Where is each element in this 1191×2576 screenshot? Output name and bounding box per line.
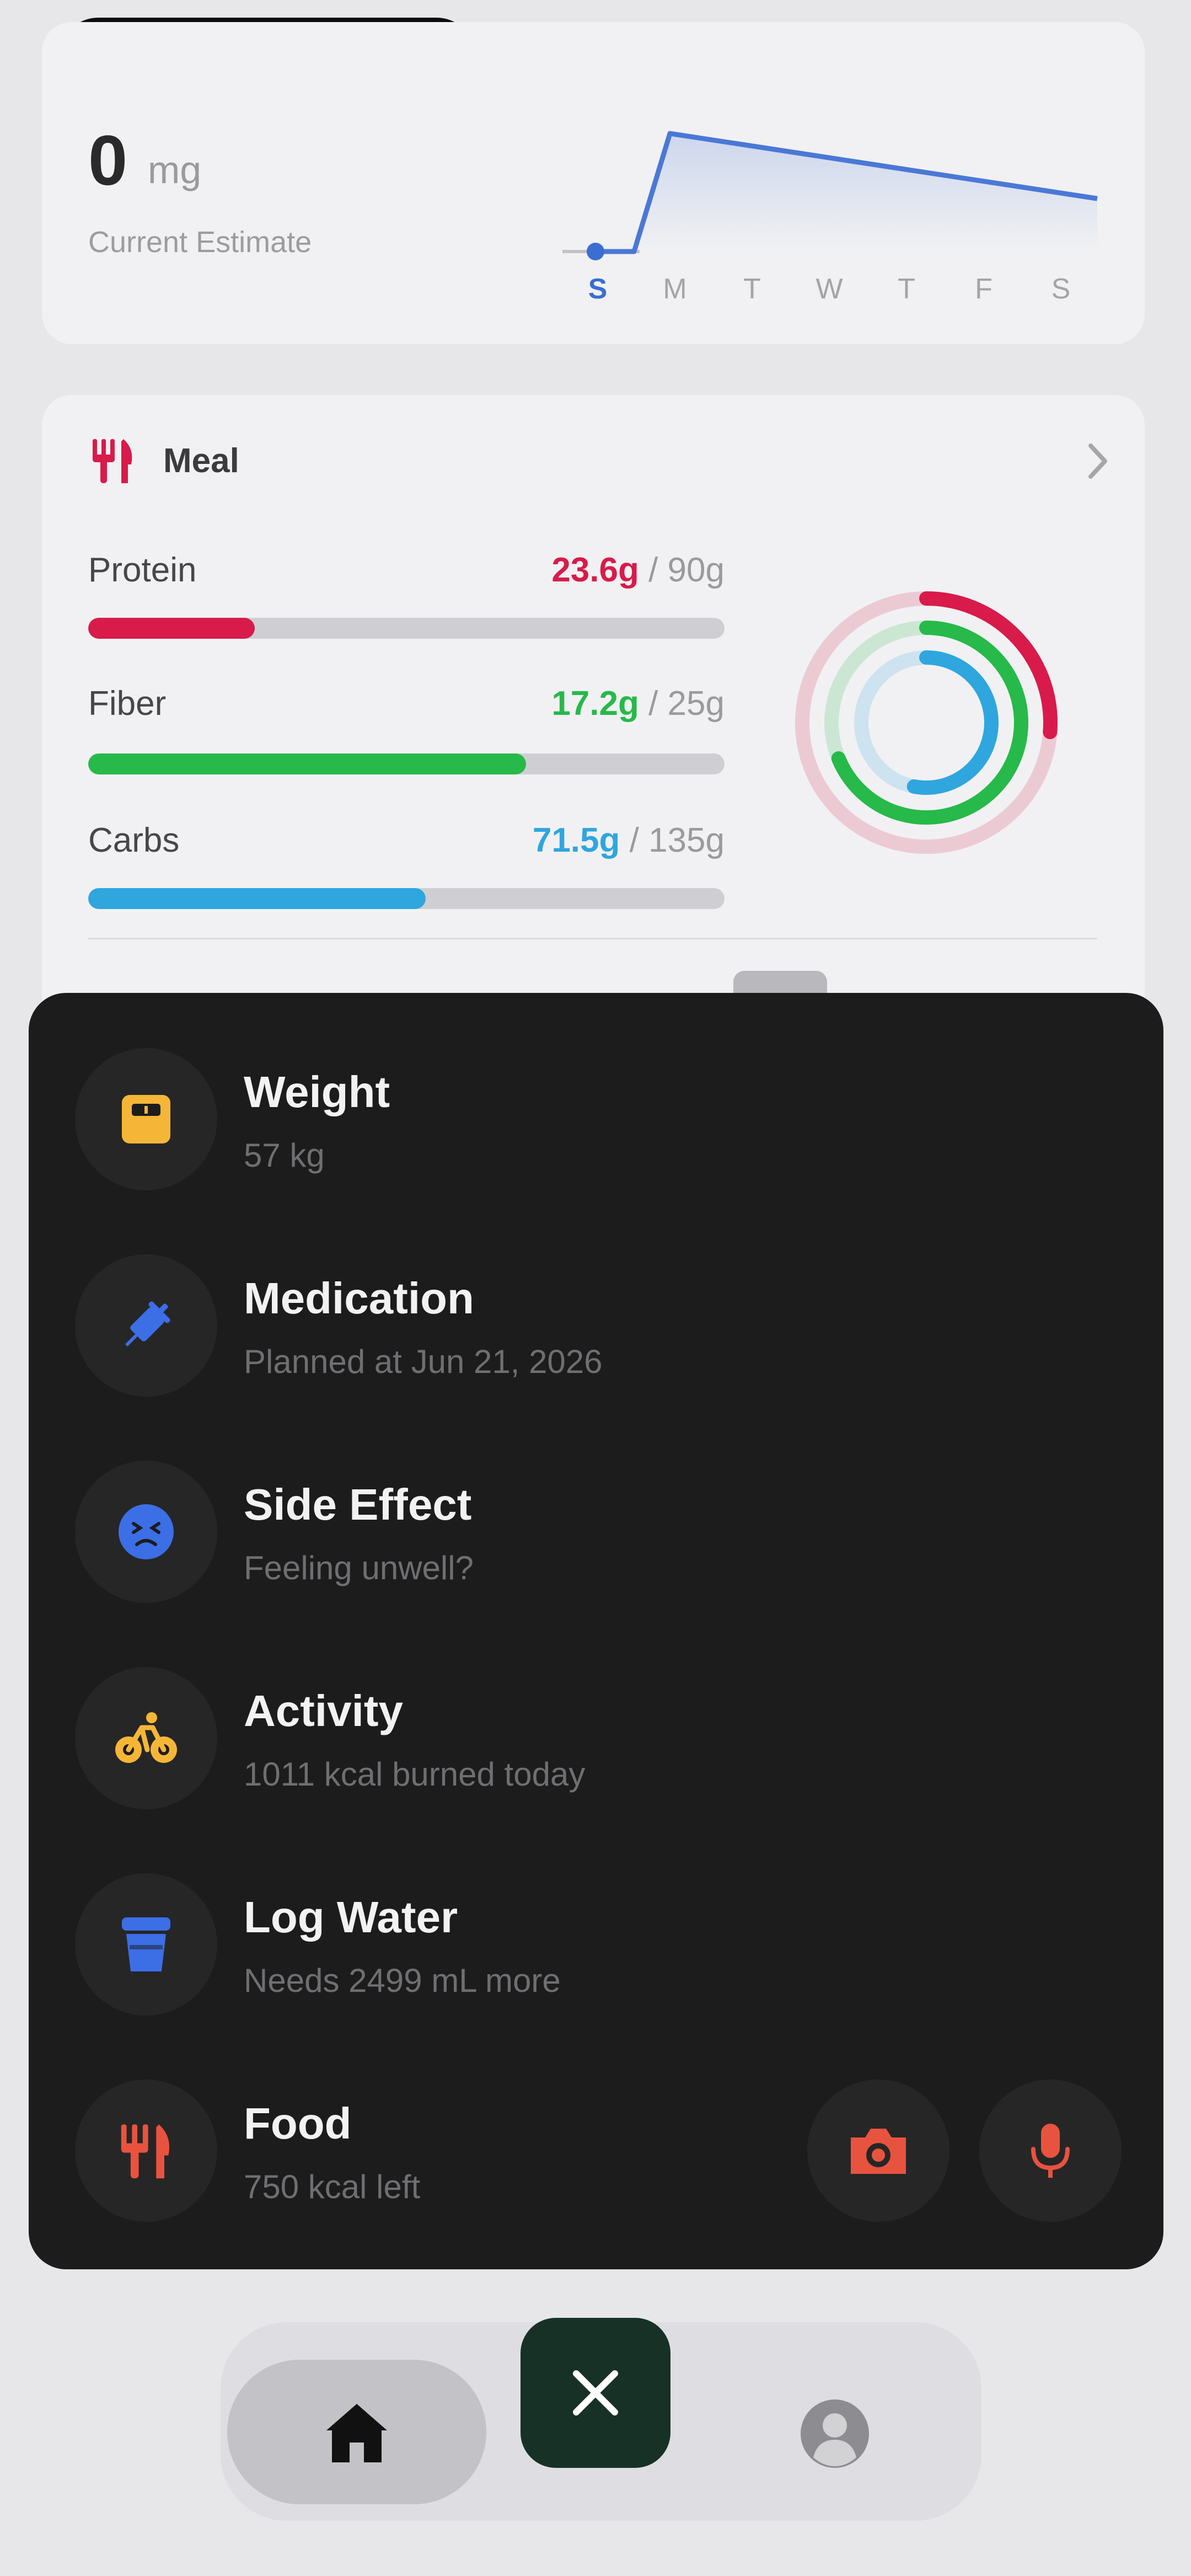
activity-title: Activity <box>244 1686 403 1735</box>
food-camera-button[interactable] <box>807 2080 949 2222</box>
day-label: F <box>975 273 993 305</box>
week-days: S M T W T F S <box>565 272 1094 306</box>
menu-item-side-effect[interactable]: Side Effect Feeling unwell? <box>29 1461 1163 1604</box>
chart-area <box>634 132 1097 252</box>
carbs-amount: 71.5g / 135g <box>533 821 725 860</box>
medication-icon-wrap <box>75 1254 217 1397</box>
carbs-progress-track <box>88 888 725 909</box>
protein-value: 23.6g <box>551 551 639 589</box>
estimate-chart <box>562 131 1098 260</box>
food-icon-wrap <box>75 2080 217 2222</box>
meal-title: Meal <box>163 442 239 480</box>
estimate-unit: mg <box>148 148 202 191</box>
day-label: M <box>663 273 687 305</box>
weight-icon-wrap <box>75 1048 217 1190</box>
syringe-icon <box>125 1301 170 1346</box>
tab-profile[interactable] <box>769 2397 901 2470</box>
side-effect-icon-wrap <box>75 1461 217 1603</box>
protein-progress-track <box>88 618 725 639</box>
carbs-progress-fill <box>88 888 426 909</box>
food-voice-button[interactable] <box>979 2080 1122 2222</box>
fiber-amount: 17.2g / 25g <box>551 684 725 723</box>
day-label: S <box>588 273 608 305</box>
fiber-progress-track <box>88 753 725 774</box>
carbs-label: Carbs <box>88 821 180 859</box>
fiber-value: 17.2g <box>551 685 639 723</box>
log-water-title: Log Water <box>244 1893 458 1942</box>
scale-icon <box>122 1095 170 1143</box>
carbs-value: 71.5g <box>532 821 620 859</box>
food-subtitle: 750 kcal left <box>244 2168 421 2205</box>
activity-subtitle: 1011 kcal burned today <box>244 1756 586 1793</box>
close-menu-button[interactable] <box>521 2318 670 2468</box>
quick-log-menu: Weight 57 kg Medication Planned at Jun 2… <box>29 993 1163 2269</box>
weight-subtitle: 57 kg <box>244 1137 325 1174</box>
chevron-right-icon[interactable] <box>1081 439 1114 483</box>
day-label: T <box>898 273 915 305</box>
nutrition-rings <box>795 591 1058 854</box>
close-icon <box>573 2370 618 2415</box>
chart-current-point <box>587 243 604 260</box>
fiber-progress-fill <box>88 753 526 774</box>
medication-subtitle: Planned at Jun 21, 2026 <box>244 1343 603 1380</box>
app-screen: screensdesign 0 mg Current Estimate <box>0 0 1191 2576</box>
menu-item-food[interactable]: Food 750 kcal left <box>29 2080 1163 2223</box>
weight-title: Weight <box>244 1067 390 1116</box>
day-label: T <box>743 273 761 305</box>
tab-home[interactable] <box>227 2360 486 2504</box>
fiber-target: / 25g <box>639 685 725 723</box>
protein-label: Protein <box>88 551 197 589</box>
menu-item-medication[interactable]: Medication Planned at Jun 21, 2026 <box>29 1254 1163 1398</box>
estimate-caption: Current Estimate <box>88 226 312 259</box>
fork-knife-icon <box>121 2124 170 2179</box>
day-label: W <box>816 273 843 305</box>
fiber-label: Fiber <box>88 685 167 723</box>
side-effect-subtitle: Feeling unwell? <box>244 1549 474 1586</box>
protein-amount: 23.6g / 90g <box>551 551 725 590</box>
water-cup-icon <box>122 1917 170 1971</box>
log-water-subtitle: Needs 2499 mL more <box>244 1962 561 1999</box>
estimate-value: 0 <box>88 121 128 200</box>
carbs-target: / 135g <box>620 821 725 859</box>
food-title: Food <box>244 2099 352 2148</box>
day-label: S <box>1051 273 1071 305</box>
home-icon <box>326 2404 387 2462</box>
menu-item-log-water[interactable]: Log Water Needs 2499 mL more <box>29 1873 1163 2017</box>
protein-progress-fill <box>88 618 255 639</box>
camera-icon <box>851 2129 906 2174</box>
profile-icon <box>801 2399 869 2468</box>
menu-item-weight[interactable]: Weight 57 kg <box>29 1048 1163 1191</box>
medication-title: Medication <box>244 1274 474 1323</box>
side-effect-title: Side Effect <box>244 1480 472 1529</box>
protein-target: / 90g <box>639 551 725 589</box>
sick-face-icon <box>119 1504 174 1559</box>
activity-icon-wrap <box>75 1667 217 1809</box>
menu-item-activity[interactable]: Activity 1011 kcal burned today <box>29 1667 1163 1810</box>
fork-knife-icon <box>93 439 132 483</box>
water-icon-wrap <box>75 1873 217 2016</box>
microphone-icon <box>1031 2124 1070 2178</box>
meal-divider <box>88 938 1097 939</box>
bicycle-icon <box>115 1712 177 1763</box>
